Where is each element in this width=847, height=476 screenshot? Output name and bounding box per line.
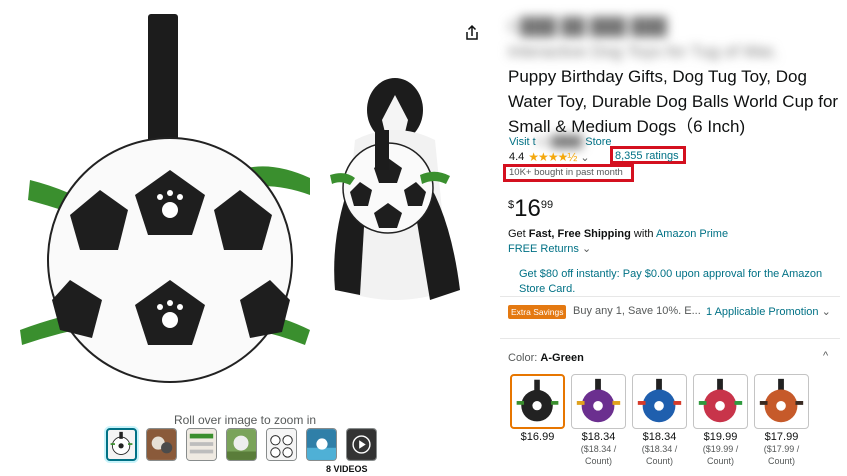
color-swatch-3[interactable]: $18.34 ($18.34 / Count) (632, 374, 687, 467)
shipping-info: Get Fast, Free Shipping with Amazon Prim… (508, 228, 728, 240)
color-swatches: $16.99 $18.34 ($18.34 / Count) $18.34 ($18.3… (510, 374, 809, 467)
price: $ 16 99 (508, 196, 553, 222)
swatch-unit-price: ($19.99 / Count) (702, 444, 739, 466)
rating-row: 4.4 ★★★★½ ⌄ (509, 150, 590, 164)
shipping-prefix: Get (508, 228, 529, 240)
color-selector-label: Color: A-Green (508, 352, 584, 364)
color-swatch-5[interactable]: $17.99 ($17.99 / Count) (754, 374, 809, 467)
collapse-chevron-icon[interactable]: ^ (823, 350, 828, 362)
product-title: C███ ██ ███ ███ Interactive Dog Toys for… (508, 14, 843, 139)
store-link-prefix[interactable]: Visit t (509, 136, 536, 148)
color-swatch-image[interactable] (754, 374, 809, 429)
thumbnail-5[interactable] (266, 428, 297, 461)
zoom-hint: Roll over image to zoom in (173, 413, 317, 427)
color-swatch-image[interactable] (693, 374, 748, 429)
applicable-promotion-link[interactable]: 1 Applicable Promotion ⌄ (706, 305, 831, 318)
bought-in-past-month: 10K+ bought in past month (509, 167, 623, 178)
shipping-bold: Fast, Free Shipping (528, 228, 631, 240)
free-returns-label[interactable]: FREE Returns (508, 243, 579, 255)
share-icon[interactable] (463, 24, 481, 42)
star-rating-icon[interactable]: ★★★★½ (528, 150, 577, 164)
color-swatch-1[interactable]: $16.99 (510, 374, 565, 467)
swatch-price: $19.99 (703, 431, 738, 443)
videos-label: 8 VIDEOS (326, 464, 368, 474)
rating-value: 4.4 (509, 151, 525, 163)
card-offer-link[interactable]: Get $80 off instantly: Pay $0.00 upon ap… (519, 267, 824, 297)
main-product-image[interactable] (10, 10, 480, 410)
swatch-price: $18.34 (581, 431, 616, 443)
thumbnail-3[interactable] (186, 428, 217, 461)
color-swatch-image[interactable] (571, 374, 626, 429)
swatch-unit-price: ($18.34 / Count) (580, 444, 617, 466)
divider (500, 296, 840, 297)
rating-chevron-icon[interactable]: ⌄ (580, 151, 589, 164)
store-name-blurred[interactable]: he ████ (536, 136, 582, 148)
thumbnail-strip (106, 428, 377, 461)
divider (500, 338, 840, 339)
color-swatch-image[interactable] (632, 374, 687, 429)
thumbnail-4[interactable] (226, 428, 257, 461)
shipping-middle: with (630, 228, 656, 240)
promo-text: Buy any 1, Save 10%. E... (573, 305, 701, 317)
price-fraction: 99 (540, 199, 554, 211)
store-link[interactable]: Visit the ████ Store (509, 136, 612, 148)
video-thumbnail[interactable] (346, 428, 377, 461)
free-returns-link[interactable]: FREE Returns ⌄ (508, 242, 591, 255)
applicable-promotion-label[interactable]: 1 Applicable Promotion (706, 306, 819, 318)
thumbnail-1[interactable] (106, 428, 137, 461)
color-swatch-2[interactable]: $18.34 ($18.34 / Count) (571, 374, 626, 467)
color-swatch-image[interactable] (510, 374, 565, 429)
store-link-suffix[interactable]: Store (582, 136, 611, 148)
color-selected-value: A-Green (540, 352, 584, 364)
amazon-prime-link[interactable]: Amazon Prime (656, 228, 728, 240)
thumbnail-2[interactable] (146, 428, 177, 461)
swatch-unit-price: ($17.99 / Count) (763, 444, 800, 466)
title-blurred-part: C███ ██ ███ ███ (508, 17, 667, 36)
promotion-chevron-icon[interactable]: ⌄ (822, 306, 831, 318)
ratings-count-link[interactable]: 8,355 ratings (615, 150, 679, 162)
price-whole: 16 (514, 195, 541, 222)
swatch-price: $18.34 (642, 431, 677, 443)
swatch-price: $17.99 (764, 431, 799, 443)
swatch-unit-price: ($18.34 / Count) (641, 444, 678, 466)
free-returns-chevron-icon[interactable]: ⌄ (582, 243, 591, 255)
title-text: Puppy Birthday Gifts, Dog Tug Toy, Dog W… (508, 67, 839, 136)
title-blurred-line2: Interactive Dog Toys for Tug of War, (508, 42, 778, 61)
thumbnail-6[interactable] (306, 428, 337, 461)
swatch-price: $16.99 (520, 431, 555, 443)
color-label: Color: (508, 352, 538, 364)
extra-savings-badge: Extra Savings (508, 305, 567, 319)
color-swatch-4[interactable]: $19.99 ($19.99 / Count) (693, 374, 748, 467)
